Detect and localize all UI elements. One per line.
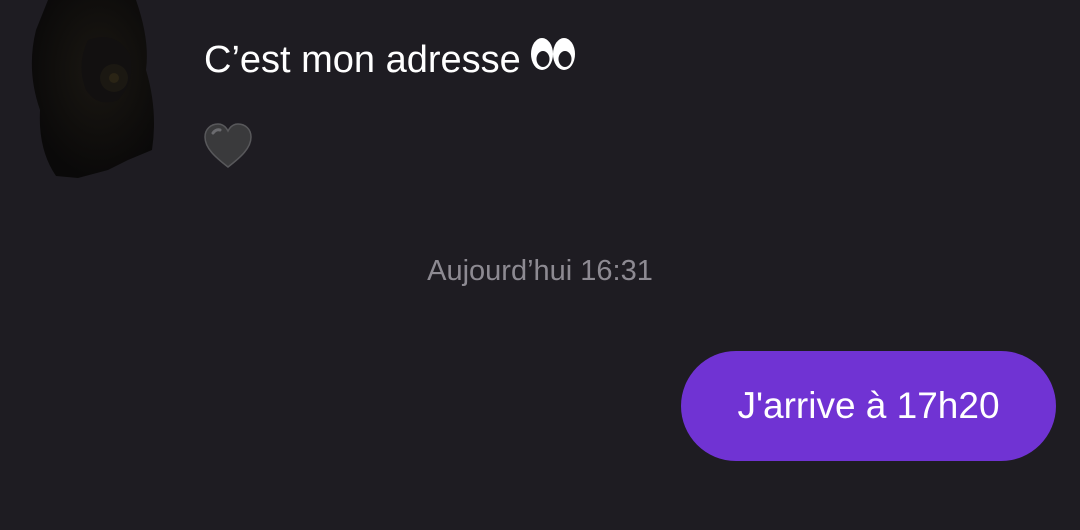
contact-avatar[interactable] <box>18 0 160 182</box>
eyes-emoji-icon <box>529 34 577 84</box>
outgoing-message-text: J'arrive à 17h20 <box>737 385 1000 426</box>
outgoing-message-bubble[interactable]: J'arrive à 17h20 <box>681 351 1056 461</box>
black-heart-icon <box>203 123 253 174</box>
incoming-message[interactable]: C’est mon adresse <box>204 37 577 84</box>
message-timestamp: Aujourd’hui 16:31 <box>427 255 653 287</box>
incoming-message-text: C’est mon adresse <box>204 39 521 81</box>
avatar-image <box>31 0 154 178</box>
